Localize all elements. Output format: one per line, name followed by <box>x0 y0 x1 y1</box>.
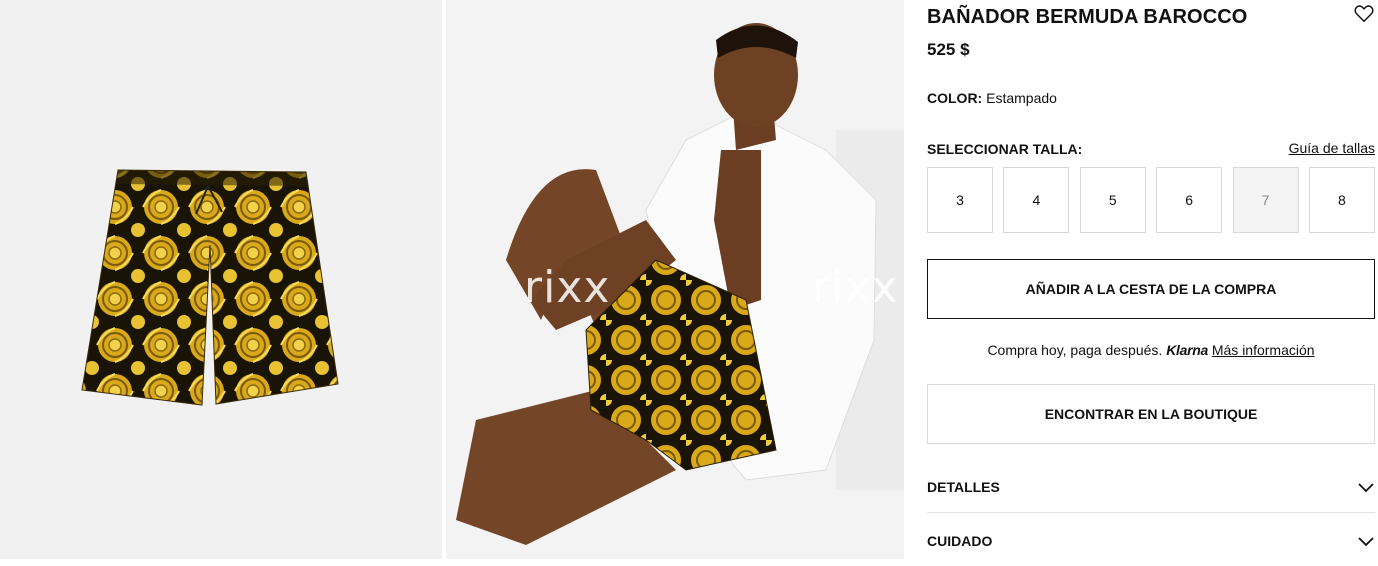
wishlist-button[interactable] <box>1353 2 1375 24</box>
watermark-text: rixx <box>812 262 899 313</box>
klarna-message: Compra hoy, paga después. Klarna Más inf… <box>927 342 1375 358</box>
size-option[interactable]: 3 <box>927 167 993 233</box>
find-in-boutique-button[interactable]: ENCONTRAR EN LA BOUTIQUE <box>927 384 1375 444</box>
product-info-panel: BAÑADOR BERMUDA BAROCCO 525 $ COLOR: Est… <box>927 0 1375 559</box>
size-option[interactable]: 5 <box>1079 167 1146 233</box>
chevron-down-icon <box>1358 537 1374 547</box>
size-selector: 3 4 5 6 7 8 <box>927 167 1375 233</box>
size-guide-link[interactable]: Guía de tallas <box>1289 140 1375 156</box>
size-option[interactable]: 8 <box>1308 167 1375 233</box>
size-label: SELECCIONAR TALLA: <box>927 141 1083 157</box>
details-accordion[interactable]: DETALLES <box>927 462 1375 513</box>
color-label: COLOR: <box>927 90 983 106</box>
chevron-down-icon <box>1358 483 1374 493</box>
add-to-cart-button[interactable]: AÑADIR A LA CESTA DE LA COMPRA <box>927 259 1375 319</box>
heart-icon <box>1354 5 1374 22</box>
product-image-model[interactable]: rixx rixx <box>446 0 904 559</box>
klarna-logo: Klarna <box>1166 342 1208 358</box>
watermark-text: rixx <box>524 262 611 313</box>
color-row: COLOR: Estampado <box>927 90 1057 106</box>
klarna-text: Compra hoy, paga después. <box>987 342 1163 358</box>
details-label: DETALLES <box>927 479 1000 495</box>
size-option-unavailable[interactable]: 7 <box>1232 167 1299 233</box>
size-option[interactable]: 6 <box>1156 167 1223 233</box>
product-price: 525 $ <box>927 40 970 59</box>
klarna-more-info-link[interactable]: Más información <box>1212 342 1315 358</box>
product-image-front[interactable] <box>0 0 442 559</box>
product-title: BAÑADOR BERMUDA BAROCCO <box>927 6 1248 28</box>
color-value: Estampado <box>986 90 1057 106</box>
size-option[interactable]: 4 <box>1003 167 1070 233</box>
care-label: CUIDADO <box>927 533 993 549</box>
shorts-illustration <box>81 169 339 406</box>
